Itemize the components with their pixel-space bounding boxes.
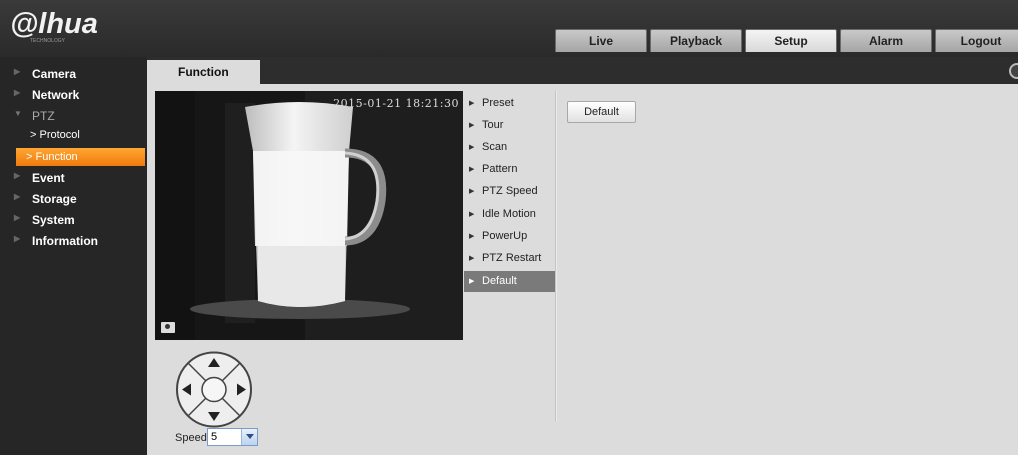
speed-select-value: 5 bbox=[211, 431, 218, 443]
ptz-menu-label: Preset bbox=[482, 97, 514, 109]
svg-text:TECHNOLOGY: TECHNOLOGY bbox=[30, 38, 66, 44]
ptz-menu-label: Tour bbox=[482, 119, 504, 131]
sidebar-item-system[interactable]: ▶ System bbox=[0, 213, 147, 229]
ptz-menu-label: Pattern bbox=[482, 163, 518, 175]
ptz-center-button[interactable] bbox=[201, 376, 227, 403]
ptz-menu-item-powerup[interactable]: ▶ PowerUp bbox=[464, 226, 556, 247]
page-tab-function[interactable]: Function bbox=[147, 60, 260, 84]
collapsed-arrow-icon: ▶ bbox=[14, 192, 21, 201]
bullet-arrow-icon: ▶ bbox=[469, 100, 475, 107]
video-frame-image bbox=[155, 91, 463, 340]
main-nav-tabs: Live Playback Setup Alarm Logout bbox=[555, 29, 1018, 52]
ptz-menu-label: PTZ Restart bbox=[482, 252, 542, 264]
sidebar-item-label: PTZ bbox=[32, 109, 55, 123]
svg-text:@lhua: @lhua bbox=[10, 8, 98, 40]
ptz-menu-item-preset[interactable]: ▶ Preset bbox=[464, 93, 556, 114]
tab-logout[interactable]: Logout bbox=[935, 29, 1018, 52]
sidebar-item-label: System bbox=[32, 213, 75, 227]
sidebar-item-label: > Protocol bbox=[30, 129, 80, 141]
bullet-arrow-icon: ▶ bbox=[469, 233, 475, 240]
sidebar-item-label: Network bbox=[32, 88, 80, 102]
ptz-menu-item-ptz-restart[interactable]: ▶ PTZ Restart bbox=[464, 248, 556, 269]
bullet-arrow-icon: ▶ bbox=[469, 144, 475, 151]
sidebar-item-label: Event bbox=[32, 171, 65, 185]
sidebar-item-information[interactable]: ▶ Information bbox=[0, 234, 147, 250]
bullet-arrow-icon: ▶ bbox=[469, 278, 475, 285]
panel-divider bbox=[555, 91, 557, 422]
ptz-menu-item-scan[interactable]: ▶ Scan bbox=[464, 137, 556, 158]
chevron-down-icon[interactable] bbox=[241, 429, 257, 445]
sidebar-item-ptz[interactable]: ▼ PTZ bbox=[0, 109, 147, 125]
ptz-menu-label: PowerUp bbox=[482, 230, 528, 242]
ptz-menu-label: PTZ Speed bbox=[482, 185, 538, 197]
tab-setup[interactable]: Setup bbox=[745, 29, 837, 52]
sidebar-item-storage[interactable]: ▶ Storage bbox=[0, 192, 147, 208]
collapsed-arrow-icon: ▶ bbox=[14, 234, 21, 243]
sidebar-item-label: > Function bbox=[26, 151, 78, 163]
ptz-menu-label: Default bbox=[482, 275, 517, 287]
sidebar-item-label: Information bbox=[32, 234, 98, 248]
sidebar-item-label: Storage bbox=[32, 192, 77, 206]
sidebar-item-network[interactable]: ▶ Network bbox=[0, 88, 147, 104]
ptz-menu-item-ptz-speed[interactable]: ▶ PTZ Speed bbox=[464, 181, 556, 202]
ptz-menu-item-pattern[interactable]: ▶ Pattern bbox=[464, 159, 556, 180]
collapsed-arrow-icon: ▶ bbox=[14, 213, 21, 222]
tab-live[interactable]: Live bbox=[555, 29, 647, 52]
ptz-direction-pad bbox=[174, 351, 254, 428]
dahua-logo: @lhua TECHNOLOGY bbox=[10, 6, 122, 44]
sidebar-item-camera[interactable]: ▶ Camera bbox=[0, 67, 147, 83]
camera-snapshot-icon[interactable] bbox=[161, 322, 175, 333]
tab-alarm[interactable]: Alarm bbox=[840, 29, 932, 52]
ptz-menu-label: Scan bbox=[482, 141, 508, 153]
speed-select[interactable]: 5 bbox=[207, 428, 258, 446]
bullet-arrow-icon: ▶ bbox=[469, 255, 475, 262]
bullet-arrow-icon: ▶ bbox=[469, 188, 475, 195]
sidebar-item-protocol[interactable]: > Protocol bbox=[0, 129, 147, 145]
ptz-menu-item-tour[interactable]: ▶ Tour bbox=[464, 115, 556, 136]
ptz-menu-item-default[interactable]: ▶ Default bbox=[464, 271, 556, 292]
collapsed-arrow-icon: ▶ bbox=[14, 171, 21, 180]
speed-label: Speed bbox=[175, 432, 207, 444]
ptz-menu-label: Idle Motion bbox=[482, 208, 536, 220]
video-timestamp: 2015-01-21 18:21:30 bbox=[333, 97, 459, 110]
help-icon[interactable] bbox=[1009, 63, 1018, 79]
page-tab-bar bbox=[147, 57, 1018, 84]
bullet-arrow-icon: ▶ bbox=[469, 122, 475, 129]
default-button[interactable]: Default bbox=[567, 101, 636, 123]
sidebar: ▶ Camera ▶ Network ▼ PTZ > Protocol > Fu… bbox=[0, 57, 147, 455]
tab-playback[interactable]: Playback bbox=[650, 29, 742, 52]
bullet-arrow-icon: ▶ bbox=[469, 166, 475, 173]
collapsed-arrow-icon: ▶ bbox=[14, 88, 21, 97]
expanded-arrow-icon: ▼ bbox=[14, 109, 22, 118]
bullet-arrow-icon: ▶ bbox=[469, 211, 475, 218]
collapsed-arrow-icon: ▶ bbox=[14, 67, 21, 76]
video-preview[interactable]: 2015-01-21 18:21:30 bbox=[155, 91, 463, 340]
sidebar-item-function[interactable]: > Function bbox=[16, 148, 145, 166]
sidebar-item-event[interactable]: ▶ Event bbox=[0, 171, 147, 187]
sidebar-item-label: Camera bbox=[32, 67, 77, 81]
ptz-menu-item-idle-motion[interactable]: ▶ Idle Motion bbox=[464, 204, 556, 225]
top-header: @lhua TECHNOLOGY Live Playback Setup Ala… bbox=[0, 0, 1018, 57]
